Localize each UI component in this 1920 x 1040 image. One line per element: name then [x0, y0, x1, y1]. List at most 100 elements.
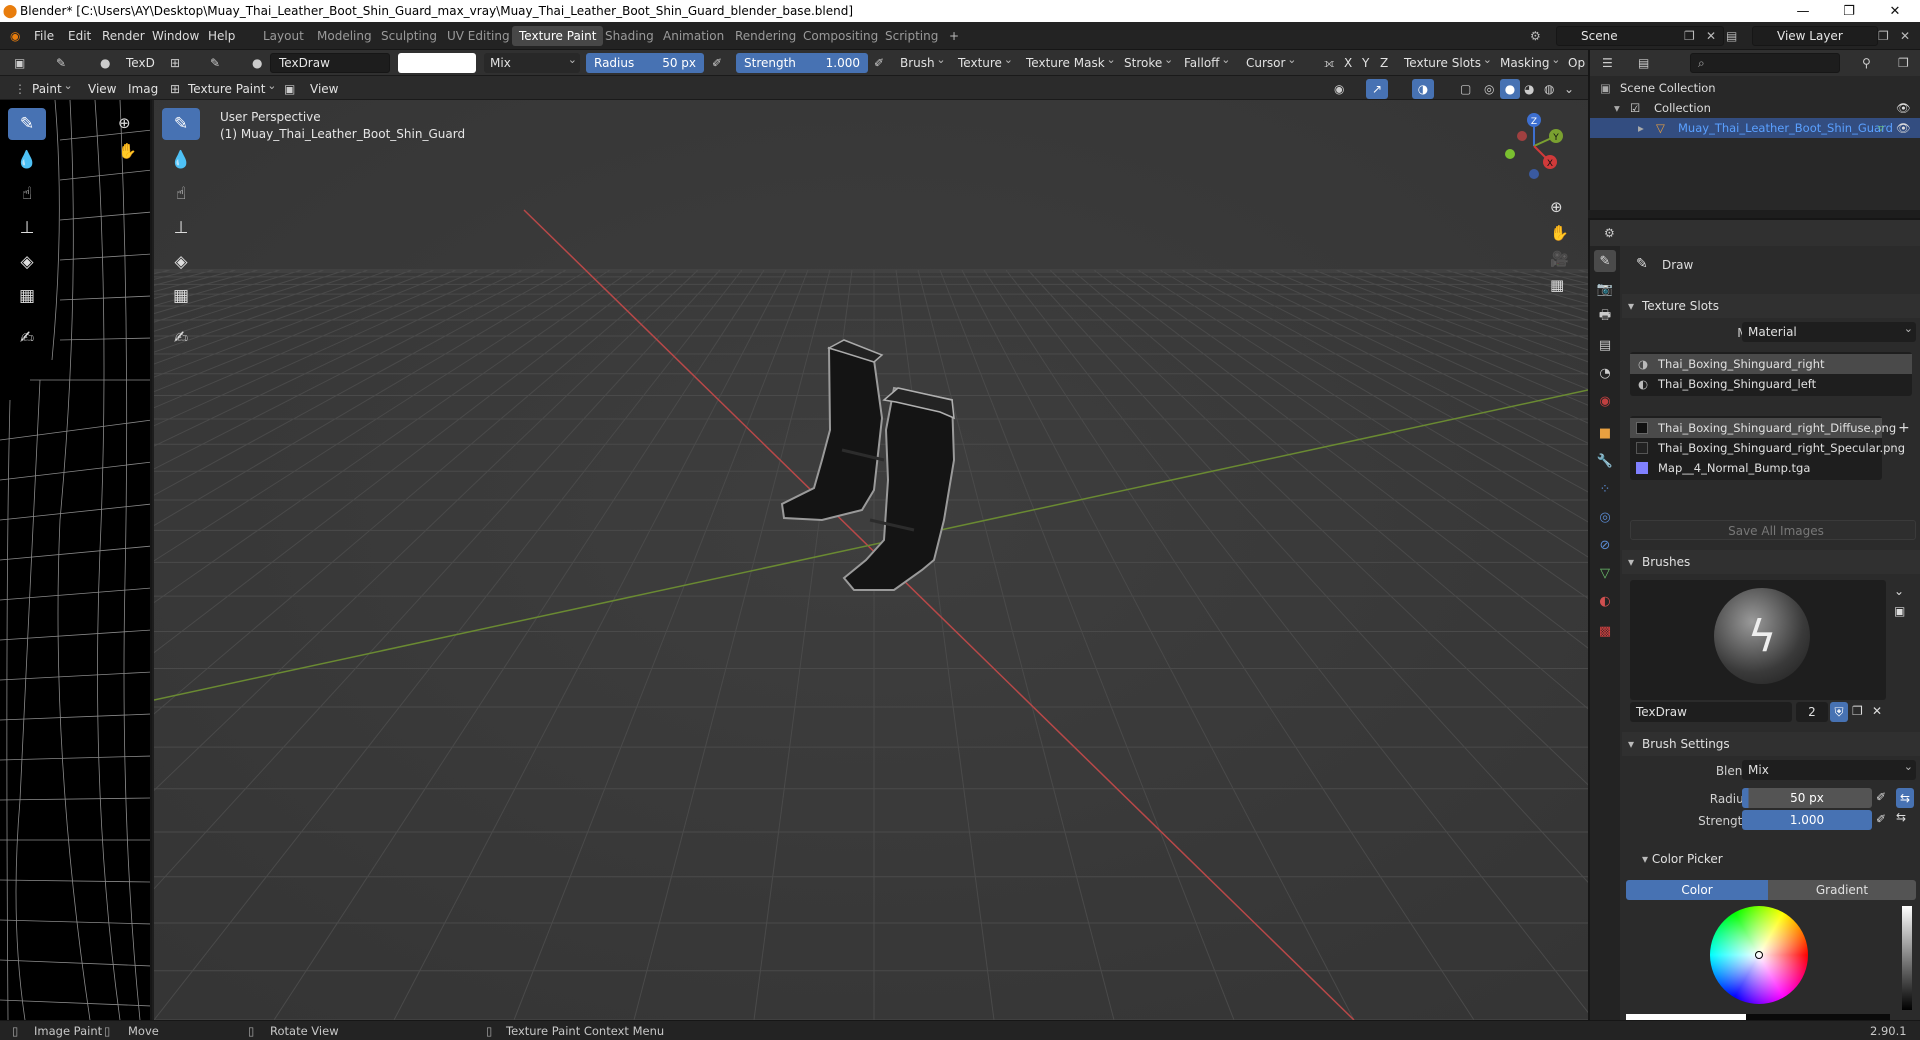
annotate-tool-icon[interactable]: ✍: [162, 322, 200, 354]
tab-sculpting[interactable]: Sculpting: [374, 26, 444, 46]
menu-edit[interactable]: Edit: [64, 27, 95, 45]
menu-stroke[interactable]: Stroke: [1118, 50, 1176, 73]
menu-help[interactable]: Help: [204, 27, 239, 45]
new-view-layer-icon[interactable]: ❐: [1874, 27, 1893, 45]
scene-tab-icon[interactable]: ◔: [1594, 362, 1616, 384]
view-layer-icon[interactable]: ▤: [1722, 27, 1741, 45]
image-slot-diffuse[interactable]: Thai_Boxing_Shinguard_right_Diffuse.png: [1630, 418, 1896, 438]
outliner-collection[interactable]: ▾ ☑ Collection 👁: [1590, 98, 1920, 118]
menu-texture[interactable]: Texture: [952, 50, 1016, 73]
draw-tool-icon[interactable]: ✎: [206, 53, 224, 73]
outliner-search-input[interactable]: [1690, 53, 1840, 73]
texture-mode-dropdown[interactable]: Material: [1742, 319, 1916, 342]
world-tab-icon[interactable]: ◉: [1594, 390, 1616, 412]
tab-scripting[interactable]: Scripting: [878, 26, 945, 46]
strength-pressure-icon[interactable]: ✐: [1876, 812, 1886, 826]
duplicate-brush-icon[interactable]: ❐: [1852, 704, 1863, 718]
modifier-tab-icon[interactable]: 🔧: [1594, 450, 1616, 472]
display-mode-icon[interactable]: ▤: [1634, 53, 1653, 73]
color-picker-subpanel[interactable]: ▾ Color Picker: [1642, 852, 1723, 866]
axis-x-toggle[interactable]: X: [1340, 53, 1356, 73]
brush-view-icon[interactable]: ▣: [1894, 604, 1905, 618]
unlink-brush-icon[interactable]: ✕: [1872, 704, 1882, 718]
menu-window[interactable]: Window: [148, 27, 203, 45]
brush-users-count[interactable]: 2: [1796, 702, 1828, 722]
add-workspace-button[interactable]: +: [942, 26, 966, 46]
delete-view-layer-icon[interactable]: ✕: [1896, 27, 1914, 45]
add-image-slot-button[interactable]: +: [1898, 420, 1910, 436]
brush-name-field[interactable]: TexDraw: [270, 53, 390, 73]
menu-brush[interactable]: Brush: [894, 50, 949, 73]
radius-slider[interactable]: Radius 50 px: [586, 53, 704, 73]
xray-icon[interactable]: ▢: [1456, 79, 1475, 99]
camera-view-icon[interactable]: 🎥: [1550, 250, 1569, 268]
color-tab[interactable]: Color: [1626, 880, 1768, 900]
brushes-section[interactable]: Brushes: [1622, 550, 1920, 574]
minimize-button[interactable]: —: [1780, 0, 1826, 22]
collection-checkbox[interactable]: ☑: [1630, 98, 1640, 118]
material-list[interactable]: ◑ Thai_Boxing_Shinguard_right ◐ Thai_Box…: [1630, 352, 1912, 396]
scene-icon[interactable]: ⚙: [1526, 27, 1545, 45]
strength-slider[interactable]: 1.000: [1742, 810, 1872, 830]
mask-toggle-icon[interactable]: ▣: [280, 79, 299, 99]
menu-file[interactable]: File: [30, 27, 58, 45]
uv-fill-tool-icon[interactable]: ◈: [8, 246, 46, 278]
fill-tool-icon[interactable]: ◈: [162, 246, 200, 278]
brush-tool-icon[interactable]: ✎: [52, 53, 70, 73]
material-slot-left[interactable]: ◐ Thai_Boxing_Shinguard_left: [1630, 374, 1816, 394]
image-slot-specular[interactable]: Thai_Boxing_Shinguard_right_Specular.png: [1630, 438, 1905, 458]
outliner-object-row[interactable]: ▸ ▽ Muay_Thai_Leather_Boot_Shin_Guard ▿ …: [1590, 118, 1920, 138]
tab-layout[interactable]: Layout: [256, 26, 311, 46]
object-tab-icon[interactable]: ■: [1594, 422, 1616, 444]
menu-render[interactable]: Render: [98, 27, 149, 45]
view-layer-tab-icon[interactable]: ▤: [1594, 334, 1616, 356]
soften-tool-icon[interactable]: 💧: [162, 144, 200, 176]
uv-editor-panel[interactable]: ✎ 💧 ☝ ⊥ ◈ ▦ ✍ ⊕ ✋: [0, 100, 152, 1020]
menu-options[interactable]: Op: [1564, 53, 1589, 73]
filter-icon[interactable]: ⚲: [1858, 53, 1875, 73]
tab-animation[interactable]: Animation: [656, 26, 731, 46]
render-tab-icon[interactable]: 📷: [1594, 278, 1616, 300]
color-wheel[interactable]: [1710, 906, 1808, 1004]
material-tab-icon[interactable]: ◐: [1594, 590, 1616, 612]
shading-rendered-icon[interactable]: ◍: [1540, 79, 1558, 99]
save-all-images-button[interactable]: Save All Images: [1630, 520, 1916, 540]
brush-preview-area[interactable]: ϟ: [1630, 580, 1886, 700]
radius-unit-icon[interactable]: ⇆: [1896, 788, 1914, 808]
menu-masking[interactable]: Masking: [1494, 50, 1563, 73]
value-slider[interactable]: [1902, 906, 1912, 1010]
uv-soften-tool-icon[interactable]: 💧: [8, 144, 46, 176]
image-slot-list[interactable]: Thai_Boxing_Shinguard_right_Diffuse.png …: [1630, 416, 1905, 480]
color-wheel-cursor[interactable]: [1755, 951, 1763, 959]
outliner-panel[interactable]: ☰ ▤ ⌕ ⚲ ❐ ▣ Scene Collection ▾ ☑ Collect…: [1588, 50, 1920, 210]
navigation-gizmo[interactable]: Z Y X: [1494, 106, 1574, 186]
symmetry-icon[interactable]: ⟗: [1320, 53, 1339, 73]
fake-user-shield-icon[interactable]: ⛨: [1830, 702, 1848, 722]
strength-unit-icon[interactable]: ⇆: [1896, 810, 1906, 824]
texture-slots-section[interactable]: Texture Slots: [1622, 294, 1920, 318]
outliner-scene-collection[interactable]: ▣ Scene Collection: [1590, 78, 1920, 98]
new-collection-icon[interactable]: ❐: [1894, 53, 1913, 73]
blender-menu-icon[interactable]: ◉: [6, 27, 24, 45]
shading-wireframe-icon[interactable]: ◎: [1480, 79, 1498, 99]
tab-uv-editing[interactable]: UV Editing: [440, 26, 517, 46]
3d-viewport[interactable]: ✎ 💧 ☝ ⊥ ◈ ▦ ✍ User Perspective (1) Muay_…: [154, 100, 1588, 1020]
expand-object-icon[interactable]: ▸: [1638, 118, 1644, 138]
uv-smear-tool-icon[interactable]: ☝: [8, 178, 46, 210]
strength-pressure-icon[interactable]: ✐: [870, 53, 888, 73]
image-slot-normal[interactable]: Map__4_Normal_Bump.tga: [1630, 458, 1810, 478]
tab-shading[interactable]: Shading: [598, 26, 661, 46]
uv-image-menu[interactable]: Imag: [124, 79, 162, 99]
tab-texture-paint[interactable]: Texture Paint: [512, 26, 604, 46]
zoom-icon[interactable]: ⊕: [1550, 198, 1563, 216]
uv-annotate-tool-icon[interactable]: ✍: [8, 322, 46, 354]
radius-slider[interactable]: 50 px: [1742, 788, 1872, 808]
editor-type-icon[interactable]: ▣: [10, 53, 29, 73]
uv-pan-icon[interactable]: ✋: [118, 142, 137, 160]
brush-short-name[interactable]: TexD: [122, 53, 159, 73]
properties-panel[interactable]: ⚙ ✎ 📷 🖶 ▤ ◔ ◉ ■ 🔧 ⁘ ◎ ⊘ ▽ ◐ ▩ ✎ Draw Tex…: [1588, 218, 1920, 1020]
overlay-toggle-icon[interactable]: ◑: [1412, 79, 1434, 99]
uv-zoom-icon[interactable]: ⊕: [118, 114, 131, 132]
brush-list-expand-icon[interactable]: ⌄: [1894, 584, 1904, 598]
uv-clone-tool-icon[interactable]: ⊥: [8, 212, 46, 244]
